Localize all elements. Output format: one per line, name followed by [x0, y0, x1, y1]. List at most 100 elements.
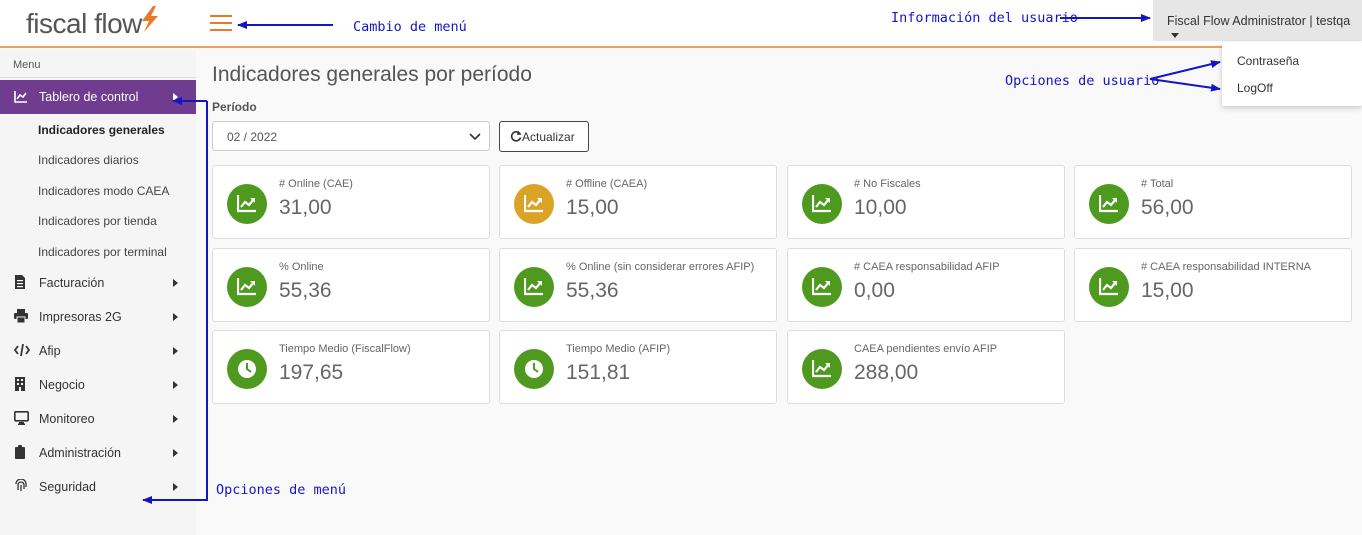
sidebar-item-label: Facturación: [39, 276, 105, 290]
submenu-indicadores-tienda[interactable]: Indicadores por tienda: [38, 214, 157, 228]
indicator-label: CAEA pendientes envío AFIP: [854, 343, 998, 355]
indicator-card: # No Fiscales 10,00: [787, 165, 1065, 239]
chart-line-icon: [1099, 195, 1118, 213]
indicator-icon-circle: [514, 349, 554, 389]
building-icon: [15, 377, 25, 391]
chevron-right-icon: [173, 93, 178, 101]
monitor-icon: [14, 411, 29, 425]
submenu-indicadores-generales[interactable]: Indicadores generales: [38, 123, 165, 137]
clock-icon: [238, 360, 256, 378]
chart-line-icon: [237, 278, 256, 296]
sidebar-item-negocio[interactable]: Negocio: [0, 374, 196, 398]
indicator-label: # CAEA responsabilidad AFIP: [854, 261, 1000, 273]
chart-line-icon: [1099, 278, 1118, 296]
indicator-card: Tiempo Medio (FiscalFlow) 197,65: [212, 330, 490, 404]
indicator-label: # CAEA responsabilidad INTERNA: [1141, 261, 1311, 273]
indicator-value: 15,00: [1141, 279, 1194, 302]
refresh-icon: [510, 130, 522, 142]
sidebar-item-monitoreo[interactable]: Monitoreo: [0, 408, 196, 432]
indicator-icon-circle: [227, 184, 267, 224]
printer-icon: [14, 309, 28, 323]
sidebar-item-label: Administración: [39, 446, 121, 460]
sidebar-item-impresoras[interactable]: Impresoras 2G: [0, 306, 196, 330]
clock-icon: [525, 360, 543, 378]
sidebar-item-label: Seguridad: [39, 480, 96, 494]
logo-text: fiscal flow: [26, 8, 142, 39]
indicator-value: 197,65: [279, 361, 344, 384]
indicator-label: % Online: [279, 261, 324, 273]
submenu-indicadores-caea[interactable]: Indicadores modo CAEA: [38, 184, 169, 198]
app-logo[interactable]: fiscal flow: [26, 6, 158, 40]
indicator-value: 151,81: [566, 361, 631, 384]
period-select[interactable]: 02 / 2022: [212, 121, 490, 151]
chevron-right-icon: [173, 347, 178, 355]
sidebar-item-label: Monitoreo: [39, 412, 95, 426]
sidebar-item-administracion[interactable]: Administración: [0, 442, 196, 466]
chart-line-icon: [812, 360, 831, 378]
annotation-menu-toggle: Cambio de menú: [353, 19, 467, 35]
indicator-card: # Total 56,00: [1074, 165, 1352, 239]
indicator-card: % Online (sin considerar errores AFIP) 55…: [499, 248, 777, 322]
chevron-right-icon: [173, 449, 178, 457]
sidebar-item-tablero[interactable]: Tablero de control: [0, 80, 196, 114]
hamburger-icon[interactable]: [210, 15, 232, 33]
indicator-label: % Online (sin considerar errores AFIP): [566, 261, 755, 273]
indicator-value: 31,00: [279, 196, 332, 219]
chart-line-icon: [237, 195, 256, 213]
user-dropdown: Contraseña LogOff: [1222, 42, 1362, 106]
indicator-value: 55,36: [566, 279, 619, 302]
chevron-right-icon: [173, 381, 178, 389]
period-label: Período: [212, 100, 257, 114]
logoff-menu-item[interactable]: LogOff: [1237, 81, 1273, 95]
sidebar-item-label: Tablero de control: [39, 90, 139, 104]
sidebar-item-label: Afip: [39, 344, 61, 358]
indicator-card: # Online (CAE) 31,00: [212, 165, 490, 239]
top-bar: fiscal flow Fiscal Flow Administrator | …: [0, 0, 1362, 48]
indicator-icon-circle: [514, 184, 554, 224]
indicator-icon-circle: [802, 349, 842, 389]
user-menu-button[interactable]: Fiscal Flow Administrator | testqa: [1153, 0, 1362, 41]
period-value: 02 / 2022: [227, 130, 278, 144]
sidebar-item-facturacion[interactable]: Facturación: [0, 272, 196, 296]
indicator-icon-circle: [802, 184, 842, 224]
sidebar-item-label: Negocio: [39, 378, 85, 392]
indicator-value: 55,36: [279, 279, 332, 302]
indicator-label: # No Fiscales: [854, 178, 921, 190]
annotation-user-options: Opciones de usuario: [1005, 73, 1160, 89]
indicator-label: # Total: [1141, 178, 1174, 190]
chart-line-icon: [812, 195, 831, 213]
code-icon: [14, 343, 30, 357]
indicator-value: 15,00: [566, 196, 619, 219]
indicator-value: 56,00: [1141, 196, 1194, 219]
chevron-right-icon: [173, 279, 178, 287]
indicator-value: 288,00: [854, 361, 919, 384]
menu-title: Menu: [13, 59, 41, 71]
indicator-card: Tiempo Medio (AFIP) 151,81: [499, 330, 777, 404]
chevron-right-icon: [173, 415, 178, 423]
page-title: Indicadores generales por período: [212, 63, 532, 86]
document-icon: [15, 275, 25, 289]
chart-line-icon: [812, 278, 831, 296]
chevron-right-icon: [173, 483, 178, 491]
divider: [0, 77, 196, 78]
refresh-button[interactable]: Actualizar: [499, 121, 589, 152]
indicator-icon-circle: [1089, 184, 1129, 224]
indicator-icon-circle: [1089, 267, 1129, 307]
annotation-menu-options: Opciones de menú: [216, 482, 347, 498]
indicator-card: # CAEA responsabilidad AFIP 0,00: [787, 248, 1065, 322]
fingerprint-icon: [15, 479, 27, 491]
indicator-label: Tiempo Medio (FiscalFlow): [279, 343, 411, 355]
submenu-indicadores-terminal[interactable]: Indicadores por terminal: [38, 245, 167, 259]
submenu-indicadores-diarios[interactable]: Indicadores diarios: [38, 153, 139, 167]
sidebar: Menu Tablero de control Indicadores gene…: [0, 50, 196, 535]
annotation-user-info: Información del usuario: [891, 10, 1078, 26]
sidebar-item-afip[interactable]: Afip: [0, 340, 196, 364]
chevron-down-icon: [469, 133, 481, 141]
indicator-value: 10,00: [854, 196, 907, 219]
indicator-icon-circle: [802, 267, 842, 307]
sidebar-item-seguridad[interactable]: Seguridad: [0, 476, 196, 500]
caret-down-icon: [1171, 33, 1179, 39]
indicator-icon-circle: [227, 349, 267, 389]
indicator-card: # Offline (CAEA) 15,00: [499, 165, 777, 239]
password-menu-item[interactable]: Contraseña: [1237, 54, 1299, 68]
